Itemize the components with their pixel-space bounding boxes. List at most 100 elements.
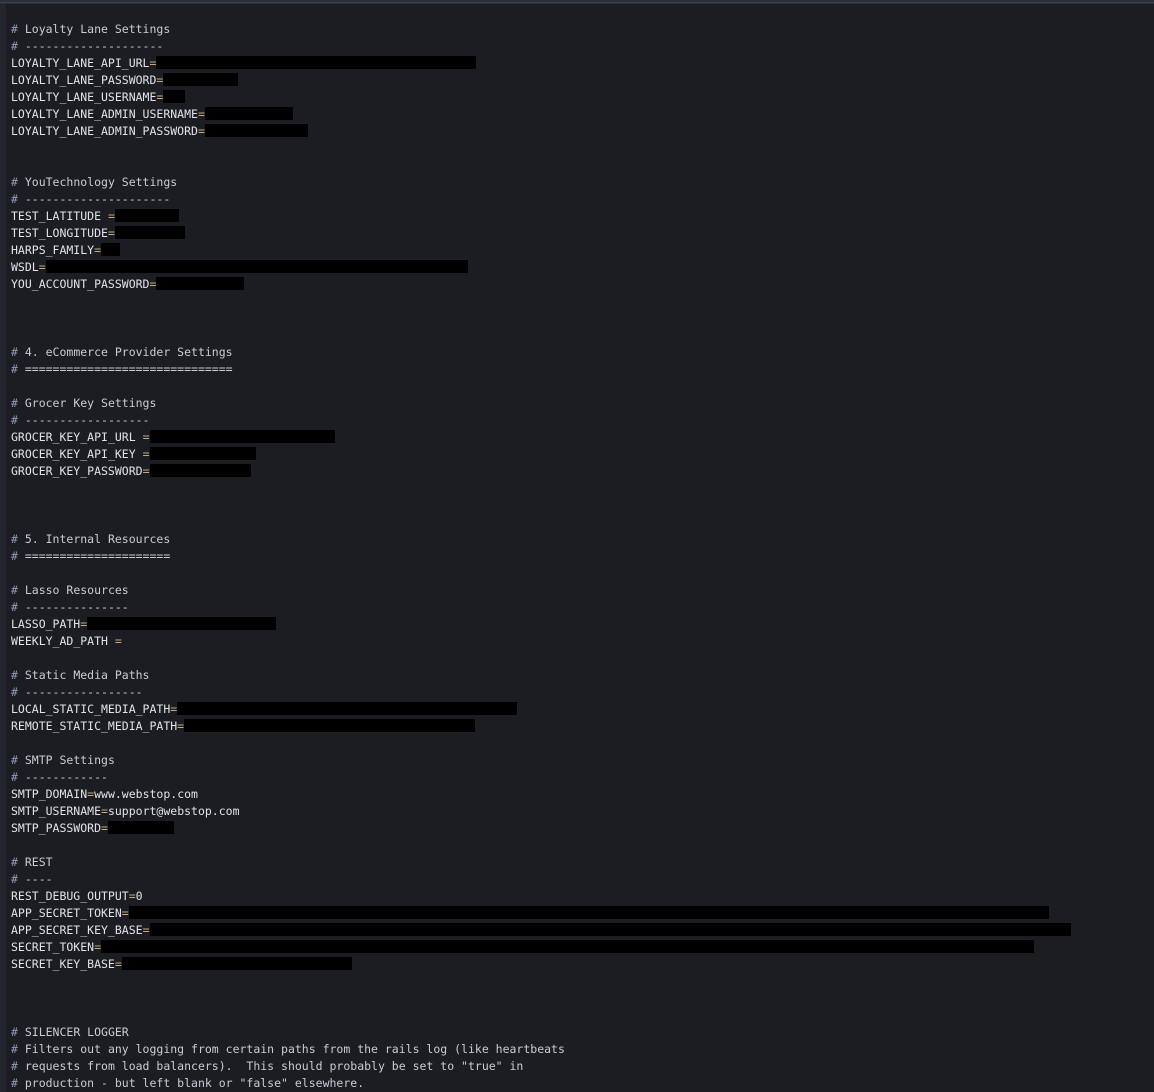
env-var-name: WEEKLY_AD_PATH xyxy=(11,634,115,648)
code-line-comment: # -------------------- xyxy=(6,38,1154,55)
assignment-operator: = xyxy=(94,243,102,257)
comment-text: ----------------- xyxy=(17,685,143,699)
comment-hash-marker: # xyxy=(11,872,18,886)
code-line-comment: # ---- xyxy=(6,871,1154,888)
assignment-operator: = xyxy=(156,90,164,104)
code-line-assignment: SECRET_TOKEN= xyxy=(6,939,1154,956)
code-line-assignment: WSDL= xyxy=(6,259,1154,276)
redacted-value-bar xyxy=(101,243,121,256)
comment-hash-marker: # xyxy=(11,1042,18,1056)
code-line-comment: # Grocer Key Settings xyxy=(6,395,1154,412)
code-line-assignment: TEST_LONGITUDE= xyxy=(6,225,1154,242)
comment-hash-marker: # xyxy=(11,532,18,546)
assignment-operator: = xyxy=(149,277,157,291)
code-line-assignment: REST_DEBUG_OUTPUT=0 xyxy=(6,888,1154,905)
comment-text: ============================== xyxy=(17,362,233,376)
comment-hash-marker: # xyxy=(11,345,18,359)
assignment-operator: = xyxy=(107,209,115,223)
assignment-operator: = xyxy=(80,617,88,631)
redacted-value-bar xyxy=(114,226,185,239)
assignment-operator: = xyxy=(101,804,108,818)
comment-text: Loyalty Lane Settings xyxy=(17,22,171,36)
assignment-operator: = xyxy=(149,56,157,70)
env-var-name: TEST_LONGITUDE xyxy=(11,226,108,240)
assignment-operator: = xyxy=(114,634,122,648)
redacted-value-bar xyxy=(128,906,1049,919)
comment-text: ===================== xyxy=(17,549,171,563)
assignment-operator: = xyxy=(177,719,185,733)
redacted-value-bar xyxy=(177,702,518,715)
comment-text: Static Media Paths xyxy=(17,668,150,682)
comment-hash-marker: # xyxy=(11,685,18,699)
code-editor-window: # Loyalty Lane Settings # ---------------… xyxy=(0,0,1154,1092)
code-line-assignment: SMTP_USERNAME=support@webstop.com xyxy=(6,803,1154,820)
assignment-operator: = xyxy=(197,124,205,138)
comment-hash-marker: # xyxy=(11,396,18,410)
assignment-operator: = xyxy=(197,107,205,121)
comment-hash-marker: # xyxy=(11,192,18,206)
comment-hash-marker: # xyxy=(11,855,18,869)
code-line-comment: # 4. eCommerce Provider Settings xyxy=(6,344,1154,361)
env-var-name: GROCER_KEY_API_KEY xyxy=(11,447,143,461)
comment-text: REST xyxy=(17,855,53,869)
code-line-assignment: LOCAL_STATIC_MEDIA_PATH= xyxy=(6,701,1154,718)
window-chrome-edge-line xyxy=(0,2,1154,3)
code-line-assignment: LOYALTY_LANE_API_URL= xyxy=(6,55,1154,72)
code-line-comment: # ===================== xyxy=(6,548,1154,565)
comment-hash-marker: # xyxy=(11,22,18,36)
comment-hash-marker: # xyxy=(11,39,18,53)
env-var-name: YOU_ACCOUNT_PASSWORD xyxy=(11,277,150,291)
comment-hash-marker: # xyxy=(11,583,18,597)
code-line-assignment: SECRET_KEY_BASE= xyxy=(6,956,1154,973)
code-line-assignment: LOYALTY_LANE_USERNAME= xyxy=(6,89,1154,106)
comment-text: ---- xyxy=(17,872,53,886)
code-line-comment: # --------------------- xyxy=(6,191,1154,208)
comment-text: Filters out any logging from certain pat… xyxy=(17,1042,565,1056)
redacted-value-bar xyxy=(87,617,277,630)
env-var-name: LOYALTY_LANE_USERNAME xyxy=(11,90,157,104)
code-line-comment: # --------------- xyxy=(6,599,1154,616)
code-line-comment: # SMTP Settings xyxy=(6,752,1154,769)
code-line-comment: # Lasso Resources xyxy=(6,582,1154,599)
redacted-value-bar xyxy=(121,957,352,970)
code-line-assignment: REMOTE_STATIC_MEDIA_PATH= xyxy=(6,718,1154,735)
code-text-area[interactable]: # Loyalty Lane Settings # ---------------… xyxy=(6,4,1154,1092)
redacted-value-bar xyxy=(184,719,476,732)
code-line-assignment: TEST_LATITUDE = xyxy=(6,208,1154,225)
env-var-name: SECRET_KEY_BASE xyxy=(11,957,115,971)
redacted-value-bar xyxy=(149,447,256,460)
assignment-operator: = xyxy=(142,464,150,478)
comment-text: 5. Internal Resources xyxy=(17,532,171,546)
env-var-name: LOYALTY_LANE_ADMIN_USERNAME xyxy=(11,107,198,121)
code-line-comment: # ------------------ xyxy=(6,412,1154,429)
comment-hash-marker: # xyxy=(11,1059,18,1073)
code-line-comment: # ============================== xyxy=(6,361,1154,378)
env-var-name: LASSO_PATH xyxy=(11,617,81,631)
env-var-name: LOYALTY_LANE_ADMIN_PASSWORD xyxy=(11,124,198,138)
code-line-comment: # ------------ xyxy=(6,769,1154,786)
comment-hash-marker: # xyxy=(11,413,18,427)
comment-text: 4. eCommerce Provider Settings xyxy=(17,345,233,359)
comment-text: --------------------- xyxy=(17,192,171,206)
code-line-comment: # ----------------- xyxy=(6,684,1154,701)
comment-text: SILENCER LOGGER xyxy=(17,1025,129,1039)
assignment-operator: = xyxy=(94,940,102,954)
env-var-name: SMTP_DOMAIN xyxy=(11,787,88,801)
assignment-operator: = xyxy=(142,447,150,461)
code-line-assignment: GROCER_KEY_API_KEY = xyxy=(6,446,1154,463)
assignment-operator: = xyxy=(156,73,164,87)
assignment-operator: = xyxy=(38,260,46,274)
code-line-comment: # requests from load balancers). This sh… xyxy=(6,1058,1154,1075)
env-var-name: GROCER_KEY_PASSWORD xyxy=(11,464,143,478)
redacted-value-bar xyxy=(149,464,251,477)
